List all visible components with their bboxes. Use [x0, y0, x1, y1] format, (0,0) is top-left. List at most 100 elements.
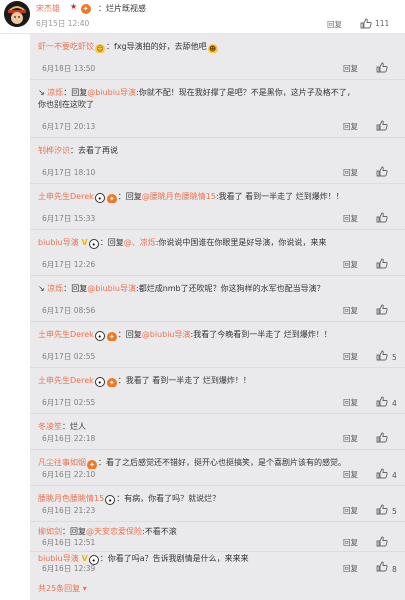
reply-username[interactable]: 土申先生Derek — [38, 192, 94, 201]
reply-item: ↘ 凉烁：回复@biubiu导演:都烂成nmb了还吹呢？你这狗样的水军也配当导演… — [30, 276, 405, 322]
vip-icon: ✦ — [106, 378, 117, 387]
like-icon[interactable] — [376, 304, 388, 317]
like-icon[interactable] — [376, 561, 388, 574]
reply-time: 6月17日 02:55 — [42, 398, 96, 407]
like-icon[interactable] — [376, 468, 388, 481]
like-count: 5 — [392, 353, 397, 362]
like-count: 4 — [392, 399, 397, 408]
panda-icon: • — [94, 331, 105, 341]
reply-item: 钊桦汐识：去看了再说 6月17日 18:10 回复 — [30, 138, 405, 184]
reply-username[interactable]: 钊桦汐识 — [38, 146, 70, 155]
reply-time: 6月17日 08:56 — [42, 306, 96, 315]
avatar[interactable] — [4, 1, 30, 27]
reply-item: 土申先生Derek • ✦ ：我看了 看到一半走了 烂到爆炸！！ 6月17日 02:5… — [30, 368, 405, 414]
reply-item: ↘ 凉烁：回复@biubiu导演:你就不配！现在我好撑了是吧？不是黑你，这片子及… — [30, 80, 405, 138]
reply-username[interactable]: 土申先生Derek — [38, 330, 94, 339]
reply-username[interactable]: 凉烁 — [47, 88, 63, 97]
star-icon: ★ — [70, 2, 78, 11]
mention-link[interactable]: @biubiu导演 — [87, 88, 136, 97]
more-replies-link[interactable]: 共25条回复 ▾ — [38, 583, 87, 594]
reply-text: ：你看了吗a？告诉我剧情是什么，来来来 — [99, 554, 249, 563]
vip-icon: ✦ — [87, 460, 97, 469]
reply-text: :你就不配！现在我好撑了是吧？不是黑你，这片子及格不了， — [136, 88, 355, 97]
like-icon[interactable] — [376, 536, 388, 549]
reply-item: 腰眺月色腰眺情15 • ：有病，你看了吗？就说烂？ 6月16日 21:23 回复 5 — [30, 486, 405, 522]
like-icon[interactable] — [376, 62, 388, 75]
reply-time: 6月17日 12:26 — [42, 260, 96, 269]
reply-time: 6月16日 21:23 — [42, 506, 96, 515]
like-icon[interactable] — [376, 432, 388, 445]
vip-icon: ✦ — [80, 4, 91, 14]
reply-username[interactable]: 土申先生Derek — [38, 376, 94, 385]
reply-button[interactable]: 回复 — [343, 397, 358, 408]
reply-username[interactable]: biubiu导演 — [38, 554, 79, 563]
reply-item: biubiu导演 V • ：回复@、凉烁:你说说中国谁在你眼里是好导演，你说说，来来… — [30, 230, 405, 276]
like-icon[interactable] — [376, 212, 388, 225]
reply-time: 6月16日 22:10 — [42, 470, 96, 479]
mention-link[interactable]: @biubiu导演 — [142, 330, 191, 339]
like-icon[interactable] — [376, 258, 388, 271]
reply-button[interactable]: 回复 — [343, 167, 358, 178]
reply-text: :都烂成nmb了还吹呢？你这狗样的水军也配当导演？ — [136, 284, 325, 293]
reply-username[interactable]: 凉烁 — [47, 284, 63, 293]
panda-icon: • — [94, 377, 105, 387]
comment-time: 6月15日 12:40 — [36, 19, 90, 28]
reply-button[interactable]: 回复 — [343, 305, 358, 316]
like-icon[interactable] — [376, 504, 388, 517]
vip-icon: ✦ — [106, 194, 117, 203]
avatar-image — [4, 1, 30, 27]
reply-username[interactable]: 冬凌笙 — [38, 422, 62, 431]
like-icon[interactable] — [360, 18, 372, 31]
panda-icon: • — [105, 495, 116, 505]
like-icon[interactable] — [376, 120, 388, 133]
reply-item: 冬凌笙：烂人 6月16日 22:18 回复 — [30, 414, 405, 450]
reply-time: 6月18日 13:50 — [42, 64, 96, 73]
reply-button[interactable]: 回复 — [343, 213, 358, 224]
reply-text: ：烂人 — [62, 422, 86, 431]
comment-username[interactable]: 宋杰雄 — [36, 3, 60, 14]
reply-button[interactable]: 回复 — [343, 469, 358, 480]
like-count: 8 — [392, 565, 397, 574]
user-badges: ★ ✦ — [70, 2, 92, 14]
like-count: 4 — [392, 471, 397, 480]
reply-button[interactable]: 回复 — [343, 433, 358, 444]
like-icon[interactable] — [376, 396, 388, 409]
reply-button[interactable]: 回复 — [343, 63, 358, 74]
like-count: 111 — [375, 19, 390, 28]
reply-username[interactable]: 腰眺月色腰眺情15 — [38, 494, 104, 503]
reply-time: 6月16日 12:39 — [42, 564, 96, 573]
like-icon[interactable] — [376, 166, 388, 179]
reply-button[interactable]: 回复 — [343, 563, 358, 574]
reply-item: biubiu导演 V • ：你看了吗a？告诉我剧情是什么，来来来 6月16日 12:… — [30, 552, 405, 574]
reply-text: :你说说中国谁在你眼里是好导演，你说说，来来 — [155, 238, 327, 247]
reply-text: ：fxg导演拍的好，去舔他吧 — [106, 42, 207, 51]
reply-item: 土申先生Derek • ✦ ：回复@biubiu导演:我看了今晚看到一半走了 烂到爆炸… — [30, 322, 405, 368]
reply-time: 6月16日 22:18 — [42, 434, 96, 443]
mention-link[interactable]: @腰眺月色腰眺情15 — [142, 192, 216, 201]
reply-username[interactable]: biubiu导演 — [38, 238, 79, 247]
comment-text: ：烂片既视感 — [98, 4, 146, 13]
reply-button[interactable]: 回复 — [343, 537, 358, 548]
reply-time: 6月17日 02:55 — [42, 352, 96, 361]
reply-username[interactable]: 凡尘往事如烟 — [38, 458, 86, 467]
like-icon[interactable] — [376, 350, 388, 363]
reply-username[interactable]: 柳如剑 — [38, 527, 62, 536]
reply-button[interactable]: 回复 — [343, 121, 358, 132]
mention-link[interactable]: @天安恋爱保险 — [86, 527, 142, 536]
replies-panel: 虾一不要吃虾饺 ☺ ：fxg导演拍的好，去舔他吧 ☻ 6月18日 13:50 回复 ↘… — [30, 34, 405, 600]
reply-text: ：我看了 看到一半走了 烂到爆炸！！ — [117, 376, 251, 385]
main-comment: 宋杰雄 ★ ✦ ：烂片既视感 6月15日 12:40 回复 111 — [0, 0, 405, 34]
reply-arrow-icon: ↘ — [38, 88, 48, 97]
reply-text: :不看不滚 — [142, 527, 177, 536]
reply-username[interactable]: 虾一不要吃虾饺 — [38, 42, 94, 51]
mention-link[interactable]: @、凉烁 — [124, 238, 156, 247]
reply-button[interactable]: 回复 — [343, 259, 358, 270]
reply-button[interactable]: 回复 — [343, 351, 358, 362]
reply-time: 6月16日 12:51 — [42, 538, 96, 547]
reply-button[interactable]: 回复 — [327, 19, 342, 30]
mention-link[interactable]: @biubiu导演 — [87, 284, 136, 293]
reply-button[interactable]: 回复 — [343, 505, 358, 516]
reply-text: :我看了 看到一半走了 烂到爆炸！！ — [215, 192, 344, 201]
reply-text: ：去看了再说 — [70, 146, 118, 155]
reply-item: 土申先生Derek • ✦ ：回复@腰眺月色腰眺情15:我看了 看到一半走了 烂到爆炸… — [30, 184, 405, 230]
